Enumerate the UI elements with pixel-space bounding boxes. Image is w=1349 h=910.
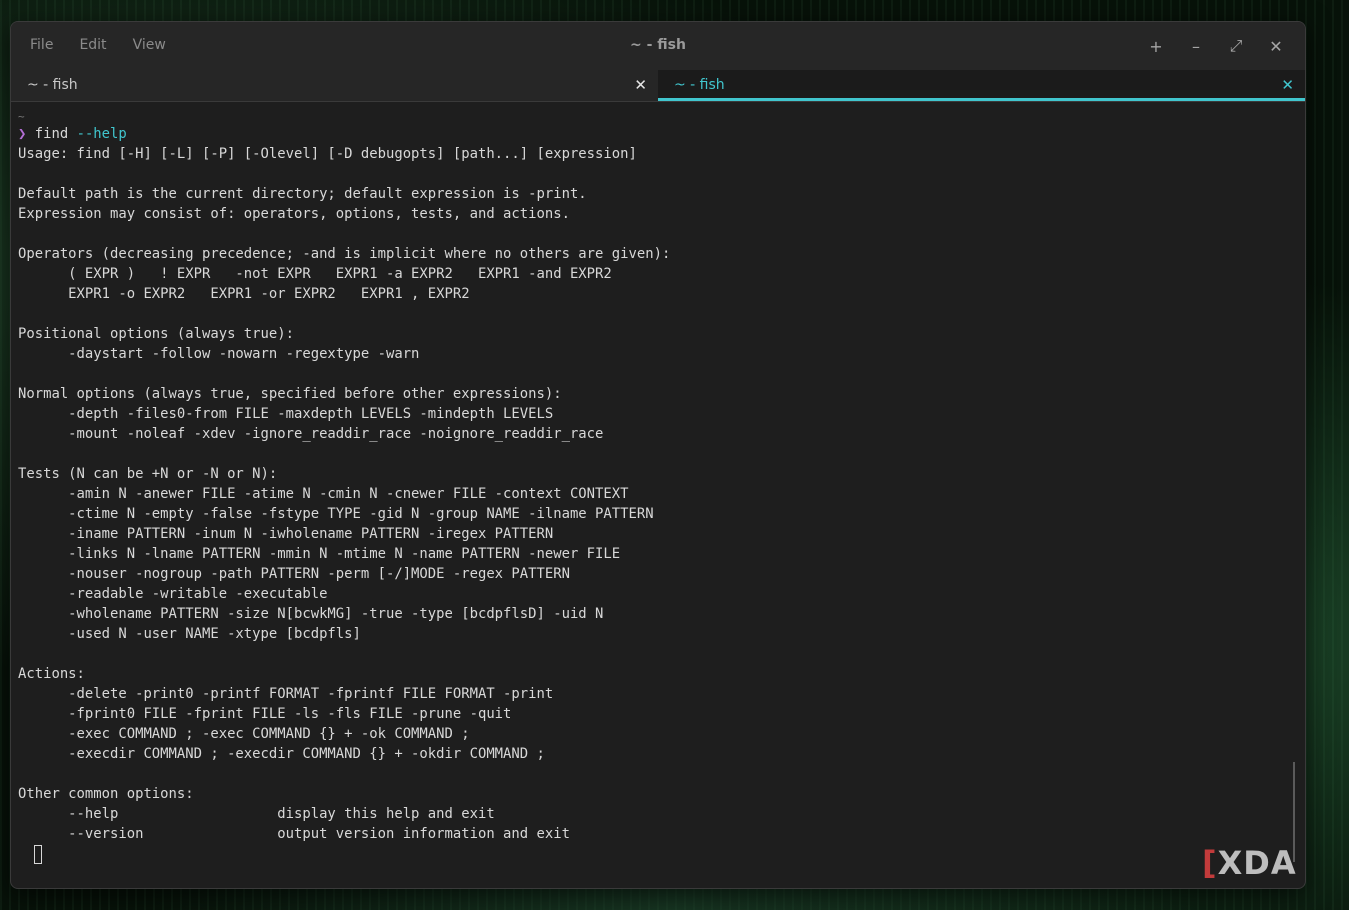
output-line: --help display this help and exit (18, 806, 495, 822)
output-line: --version output version information and… (18, 826, 570, 842)
output-line: -execdir COMMAND ; -execdir COMMAND {} +… (18, 746, 545, 762)
output-line: -depth -files0-from FILE -maxdepth LEVEL… (18, 406, 554, 422)
output-line: -links N -lname PATTERN -mmin N -mtime N… (18, 546, 621, 562)
terminal-window: File Edit View ~ - fish + – ⤢ ✕ ~ - fish… (10, 21, 1306, 889)
window-controls: + – ⤢ ✕ (1136, 34, 1296, 58)
tab-bar: ~ - fish ✕ ~ - fish ✕ (11, 70, 1305, 102)
command-line: ❯ find --help (18, 124, 1305, 144)
command-argument: --help (76, 126, 127, 142)
window-title: ~ - fish (630, 37, 686, 53)
output-line: Actions: (18, 666, 85, 682)
output-line: Tests (N can be +N or -N or N): (18, 466, 278, 482)
terminal-output[interactable]: ~ ❯ find --help Usage: find [-H] [-L] [-… (11, 102, 1305, 878)
output-line: Other common options: (18, 786, 194, 802)
output-line: EXPR1 -o EXPR2 EXPR1 -or EXPR2 EXPR1 , E… (18, 286, 470, 302)
cwd-indicator: ~ (18, 110, 25, 123)
output-line: -nouser -nogroup -path PATTERN -perm [-/… (18, 566, 570, 582)
output-line: Normal options (always true, specified b… (18, 386, 562, 402)
tab-fish-2[interactable]: ~ - fish ✕ (658, 70, 1305, 101)
output-line: ( EXPR ) ! EXPR -not EXPR EXPR1 -a EXPR2… (18, 266, 612, 282)
output-line: -exec COMMAND ; -exec COMMAND {} + -ok C… (18, 726, 470, 742)
output-line: -delete -print0 -printf FORMAT -fprintf … (18, 686, 554, 702)
output-line: -mount -noleaf -xdev -ignore_readdir_rac… (18, 426, 604, 442)
maximize-icon[interactable]: ⤢ (1216, 34, 1256, 58)
output-line: Usage: find [-H] [-L] [-P] [-Olevel] [-D… (18, 146, 637, 162)
output-line: -ctime N -empty -false -fstype TYPE -gid… (18, 506, 654, 522)
output-line: -amin N -anewer FILE -atime N -cmin N -c… (18, 486, 629, 502)
command-text: find (34, 126, 69, 142)
output-line: Default path is the current directory; d… (18, 186, 587, 202)
xda-watermark: [XDA (1202, 844, 1297, 882)
tab-close-icon[interactable]: ✕ (1281, 76, 1294, 94)
close-icon[interactable]: ✕ (1256, 34, 1296, 58)
output-line: Expression may consist of: operators, op… (18, 206, 570, 222)
tab-label: ~ - fish (27, 77, 78, 93)
new-tab-icon[interactable]: + (1136, 34, 1176, 58)
tab-close-icon[interactable]: ✕ (634, 76, 647, 94)
xda-logo-bracket: [ (1202, 844, 1218, 882)
help-output: Usage: find [-H] [-L] [-P] [-Olevel] [-D… (18, 144, 1305, 844)
minimize-icon[interactable]: – (1176, 34, 1216, 58)
output-line: -daystart -follow -nowarn -regextype -wa… (18, 346, 420, 362)
text-cursor (34, 844, 42, 864)
xda-logo-text: XDA (1217, 844, 1297, 882)
output-line: -iname PATTERN -inum N -iwholename PATTE… (18, 526, 554, 542)
output-line: Operators (decreasing precedence; -and i… (18, 246, 671, 262)
prompt-icon: ❯ (18, 126, 27, 142)
output-line: -readable -writable -executable (18, 586, 328, 602)
tab-label: ~ - fish (674, 77, 725, 93)
title-bar: File Edit View ~ - fish + – ⤢ ✕ (11, 22, 1305, 70)
output-line: -fprint0 FILE -fprint FILE -ls -fls FILE… (18, 706, 512, 722)
output-line: -used N -user NAME -xtype [bcdpfls] (18, 626, 361, 642)
prompt-line[interactable] (18, 844, 1305, 864)
output-line: -wholename PATTERN -size N[bcwkMG] -true… (18, 606, 604, 622)
tab-fish-1[interactable]: ~ - fish ✕ (11, 70, 658, 101)
output-line: Positional options (always true): (18, 326, 294, 342)
